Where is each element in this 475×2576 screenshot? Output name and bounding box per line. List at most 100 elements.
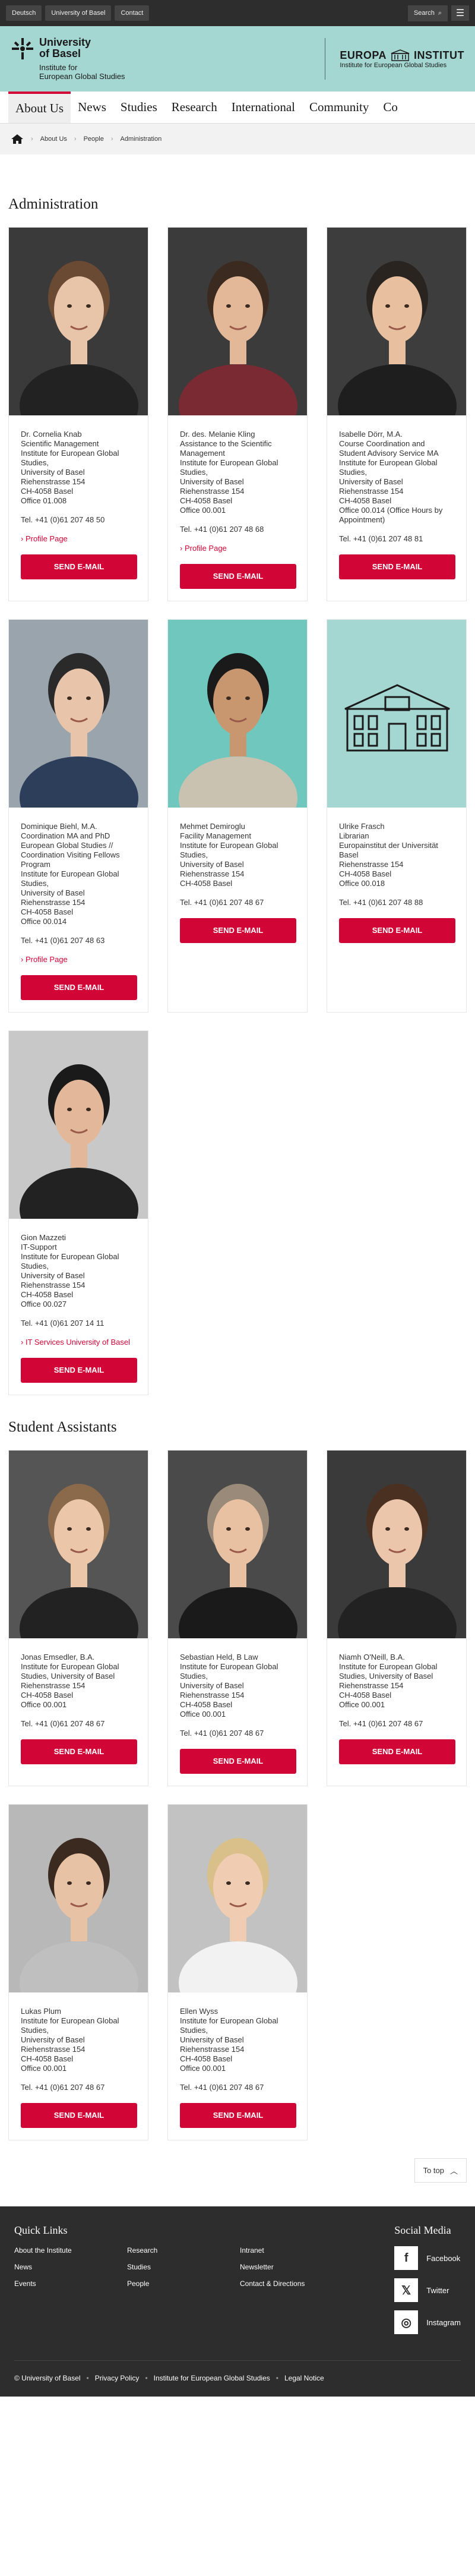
student-assistants-grid: Jonas Emsedler, B.A. Institute for Europe… [0, 1450, 475, 2140]
person-name: Dominique Biehl, M.A. [21, 822, 97, 831]
send-email-button[interactable]: SEND E-MAIL [21, 1358, 137, 1383]
footer-link[interactable]: Events [14, 2279, 127, 2288]
send-email-button[interactable]: SEND E-MAIL [21, 554, 137, 579]
breadcrumb-current: Administration [120, 135, 162, 143]
person-detail: Studies, [180, 2026, 208, 2035]
send-email-button[interactable]: SEND E-MAIL [339, 918, 455, 943]
nav-item-about-us[interactable]: About Us [8, 92, 71, 123]
language-switch-link[interactable]: Deutsch [6, 5, 42, 21]
send-email-button[interactable]: SEND E-MAIL [339, 554, 455, 579]
search-button[interactable]: Search ⌕ [407, 5, 448, 21]
person-name: Dr. des. Melanie Kling [180, 430, 255, 439]
facebook-label: Facebook [426, 2253, 461, 2263]
person-name: Lukas Plum [21, 2007, 61, 2016]
x-twitter-icon: 𝕏 [394, 2278, 419, 2302]
person-photo [9, 1031, 148, 1219]
footer: Quick Links About the Institute Research… [0, 2206, 475, 2397]
breadcrumb-people[interactable]: People [84, 135, 104, 143]
person-info: Sebastian Held, B Law Institute for Europ… [168, 1638, 307, 1786]
footer-link[interactable]: People [127, 2279, 240, 2288]
nav-item-studies[interactable]: Studies [113, 92, 164, 123]
person-card: Dominique Biehl, M.A. Coordination MA and… [8, 619, 148, 1013]
breadcrumb-about-us[interactable]: About Us [40, 135, 67, 143]
person-card: Jonas Emsedler, B.A. Institute for Europe… [8, 1450, 148, 1786]
nav-item-community[interactable]: Community [302, 92, 376, 123]
footer-link[interactable]: About the Institute [14, 2246, 127, 2255]
send-email-button[interactable]: SEND E-MAIL [21, 975, 137, 1000]
person-phone: Tel. +41 (0)61 207 48 81 [339, 534, 423, 543]
to-top-button[interactable]: To top ︿ [414, 2158, 467, 2183]
person-detail: Office 00.014 (Office Hours by [339, 506, 443, 515]
person-detail: Riehenstrasse 154 [180, 869, 245, 878]
privacy-policy-link[interactable]: Privacy Policy [95, 2374, 140, 2382]
send-email-button[interactable]: SEND E-MAIL [180, 918, 296, 943]
footer-link[interactable]: Intranet [240, 2246, 353, 2255]
footer-link[interactable]: Studies [127, 2263, 240, 2271]
separator: • [86, 2374, 89, 2382]
person-phone: Tel. +41 (0)61 207 48 67 [180, 1729, 264, 1738]
footer-link[interactable]: Research [127, 2246, 240, 2255]
europa-institut-logo[interactable]: EUROPA INSTITUT Institute for European G… [325, 38, 464, 80]
person-detail: Riehenstrasse 154 [180, 2045, 245, 2054]
person-detail: Studies, University of Basel [21, 1672, 115, 1680]
profile-link-label: Profile Page [25, 534, 68, 543]
send-email-button[interactable]: SEND E-MAIL [339, 1739, 455, 1764]
to-top-area: To top ︿ [0, 2140, 475, 2206]
university-link[interactable]: University of Basel [45, 5, 112, 21]
person-detail: Studies, [21, 2026, 49, 2035]
person-detail: CH-4058 Basel [339, 869, 392, 878]
send-email-button[interactable]: SEND E-MAIL [21, 2103, 137, 2128]
copyright: © University of Basel [14, 2374, 81, 2382]
legal-notice-link[interactable]: Legal Notice [284, 2374, 324, 2382]
portrait-image [168, 620, 307, 808]
profile-link[interactable]: › Profile Page [21, 955, 136, 964]
person-info: Dr. Cornelia Knab Scientific Management In… [9, 415, 148, 591]
person-detail: Course Coordination and [339, 439, 425, 448]
person-phone: Tel. +41 (0)61 207 48 68 [180, 525, 264, 534]
university-logo[interactable]: University of Basel Institute for Europe… [11, 37, 125, 81]
profile-link[interactable]: › IT Services University of Basel [21, 1338, 136, 1347]
person-detail: University of Basel [180, 1681, 244, 1690]
europa-subtitle: Institute for European Global Studies [340, 62, 447, 69]
separator: • [145, 2374, 148, 2382]
send-email-button[interactable]: SEND E-MAIL [180, 1749, 296, 1774]
nav-item-news[interactable]: News [71, 92, 113, 123]
home-icon[interactable] [11, 134, 24, 144]
facebook-icon: f [394, 2246, 419, 2270]
instagram-link[interactable]: ◎ Instagram [394, 2310, 461, 2334]
footer-link[interactable]: Newsletter [240, 2263, 353, 2271]
footer-link[interactable]: Contact & Directions [240, 2279, 353, 2288]
profile-link[interactable]: › Profile Page [180, 544, 295, 553]
person-phone: Tel. +41 (0)61 207 48 67 [21, 1719, 105, 1728]
person-card: Ulrike Frasch Librarian Europainstitut der… [327, 619, 467, 1013]
institute-link[interactable]: Institute for European Global Studies [154, 2374, 270, 2382]
twitter-link[interactable]: 𝕏 Twitter [394, 2278, 461, 2302]
send-email-button[interactable]: SEND E-MAIL [180, 2103, 296, 2128]
person-detail: Riehenstrasse 154 [21, 2045, 86, 2054]
person-detail: Riehenstrasse 154 [180, 1691, 245, 1700]
nav-item-research[interactable]: Research [164, 92, 224, 123]
profile-link-label: Profile Page [25, 955, 68, 964]
quick-links-title: Quick Links [14, 2224, 68, 2236]
send-email-button[interactable]: SEND E-MAIL [180, 564, 296, 589]
person-card: Sebastian Held, B Law Institute for Europ… [167, 1450, 308, 1786]
footer-link[interactable]: News [14, 2263, 127, 2271]
twitter-label: Twitter [426, 2285, 449, 2295]
search-icon: ⌕ [438, 9, 442, 17]
send-email-button[interactable]: SEND E-MAIL [21, 1739, 137, 1764]
person-detail: European Global Studies // [21, 841, 113, 850]
breadcrumb: › About Us › People › Administration [0, 124, 475, 155]
menu-icon[interactable]: ☰ [451, 5, 469, 21]
facebook-link[interactable]: f Facebook [394, 2246, 461, 2270]
university-name-1: University [39, 36, 91, 48]
person-detail: Institute for European Global [21, 869, 119, 878]
person-detail: Office 00.001 [339, 1700, 385, 1709]
nav-item-international[interactable]: International [224, 92, 302, 123]
contact-link[interactable]: Contact [115, 5, 150, 21]
person-detail: CH-4058 Basel [339, 1691, 392, 1700]
nav-item-contact[interactable]: Co [376, 92, 405, 123]
person-detail: University of Basel [180, 860, 244, 869]
profile-link[interactable]: › Profile Page [21, 534, 136, 544]
person-name: Gion Mazzeti [21, 1233, 66, 1242]
administration-grid: Dr. Cornelia Knab Scientific Management In… [0, 227, 475, 1395]
